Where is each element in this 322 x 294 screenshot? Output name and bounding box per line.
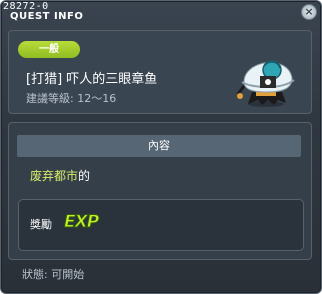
window-title: QUEST INFO	[10, 11, 84, 22]
npc-portrait-icon	[236, 60, 295, 107]
reward-panel	[18, 199, 304, 251]
category-badge: 一般	[18, 41, 80, 58]
reward-label: 獎勵	[30, 218, 52, 231]
exp-icon: EXP	[63, 212, 99, 233]
quest-name: [打猎] 吓人的三眼章鱼	[26, 72, 158, 87]
quest-status: 狀態: 可開始	[22, 268, 85, 281]
content-description: 废弃都市的	[30, 167, 90, 184]
close-icon[interactable]: ×	[301, 4, 317, 20]
location-link[interactable]: 废弃都市	[30, 169, 78, 183]
content-suffix: 的	[78, 169, 91, 183]
recommended-level: 建議等級: 12～16	[26, 92, 117, 105]
content-section-title: 內容	[17, 135, 301, 157]
